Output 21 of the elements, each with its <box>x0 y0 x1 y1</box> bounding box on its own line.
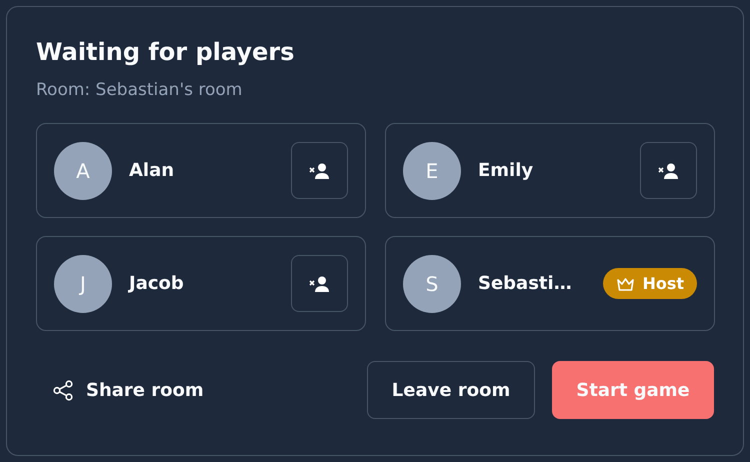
kick-player-button[interactable] <box>291 142 348 199</box>
kick-player-button[interactable] <box>640 142 697 199</box>
share-room-button[interactable]: Share room <box>36 380 204 400</box>
player-avatar: A <box>54 142 112 200</box>
crown-icon <box>616 276 636 290</box>
player-avatar: S <box>403 254 461 312</box>
remove-user-icon <box>308 276 330 292</box>
player-name: Emily <box>478 160 534 181</box>
player-name: Sebasti… <box>478 273 573 294</box>
player-name: Jacob <box>129 273 185 294</box>
room-name: Room: Sebastian's room <box>36 79 244 101</box>
kick-player-button[interactable] <box>291 255 348 312</box>
remove-user-icon <box>308 162 330 178</box>
player-avatar: E <box>403 142 461 200</box>
player-avatar: J <box>54 254 112 312</box>
player-name: Alan <box>129 160 176 181</box>
lobby-title: Waiting for players <box>36 37 296 68</box>
leave-room-button[interactable]: Leave room <box>367 361 535 419</box>
host-badge: Host <box>603 268 697 299</box>
share-icon <box>53 380 74 400</box>
remove-user-icon <box>658 162 680 178</box>
